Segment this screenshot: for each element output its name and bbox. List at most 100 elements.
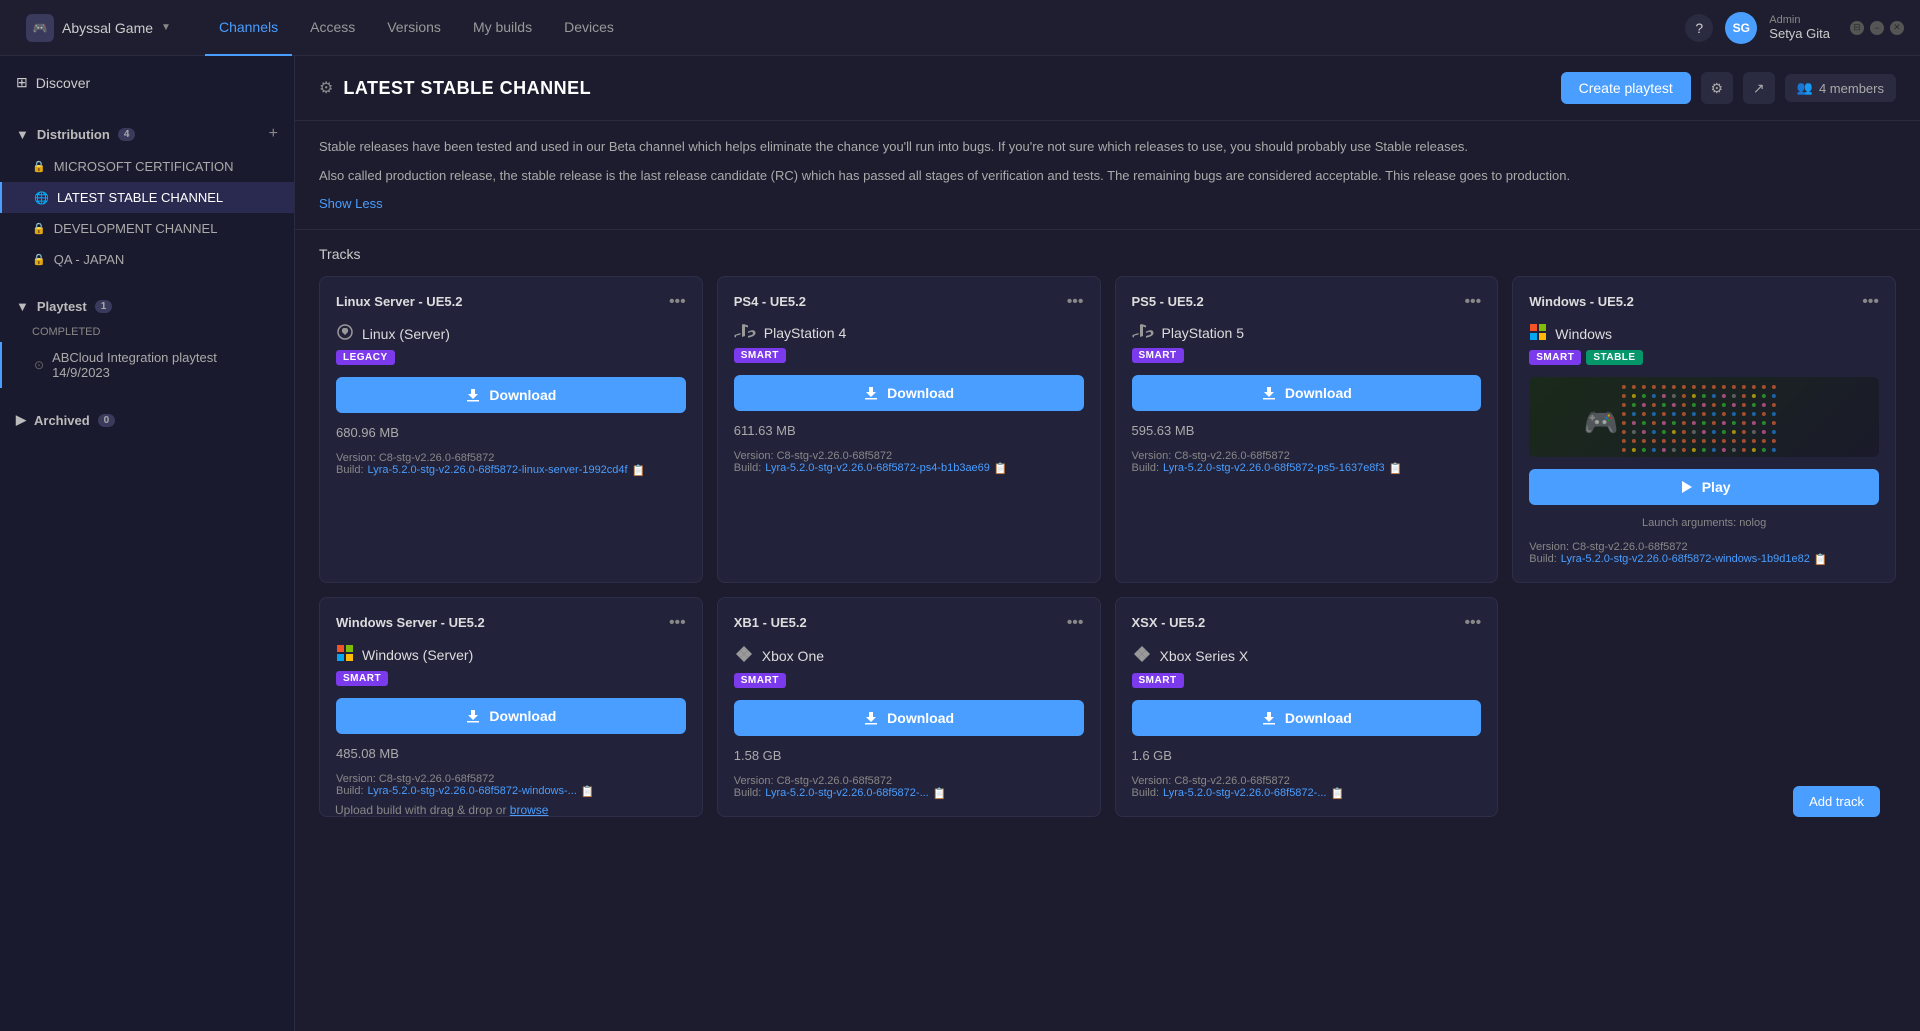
track-menu-button-xsx-ue52[interactable]: ••• xyxy=(1464,614,1481,632)
sidebar-item-dev-channel[interactable]: 🔒 DEVELOPMENT CHANNEL xyxy=(0,213,294,244)
main-layout: ⊞ Discover ▼ Distribution 4 + 🔒 MICROSOF… xyxy=(0,56,1920,1031)
tracks-section: Tracks Linux Server - UE5.2 ••• Linux (S… xyxy=(295,230,1920,1031)
add-track-button[interactable]: Add track xyxy=(1793,786,1880,817)
members-button[interactable]: 👥 4 members xyxy=(1785,74,1896,102)
playtest-status: COMPLETED xyxy=(0,322,294,342)
download-button-windows-server-ue52[interactable]: Download xyxy=(336,698,686,734)
track-platform-info: Linux (Server) LEGACY xyxy=(336,323,686,365)
tab-my-builds[interactable]: My builds xyxy=(459,0,546,56)
version-row: Version: C8-stg-v2.26.0-68f5872 xyxy=(1529,541,1879,553)
track-menu-button-ps5-ue52[interactable]: ••• xyxy=(1464,293,1481,311)
copy-button[interactable]: 📋 xyxy=(1331,787,1345,800)
file-size: 611.63 MB xyxy=(734,423,1084,438)
sidebar-item-latest-stable[interactable]: 🌐 LATEST STABLE CHANNEL xyxy=(0,182,294,213)
download-button-ps5-ue52[interactable]: Download xyxy=(1132,375,1482,411)
build-link[interactable]: Lyra-5.2.0-stg-v2.26.0-68f5872-linux-ser… xyxy=(368,464,628,476)
tag-smart: SMART xyxy=(1132,348,1184,363)
settings-button[interactable]: ⚙ xyxy=(1701,72,1733,104)
build-link[interactable]: Lyra-5.2.0-stg-v2.26.0-68f5872-windows-.… xyxy=(368,785,577,797)
minimize-button[interactable]: − xyxy=(1870,21,1884,35)
tag-row: SMART xyxy=(734,673,1084,688)
version-value: C8-stg-v2.26.0-68f5872 xyxy=(1174,775,1290,787)
app-selector[interactable]: 🎮 Abyssal Game ▼ xyxy=(16,8,181,48)
tag-row: SMART xyxy=(1132,348,1482,363)
archived-badge: 0 xyxy=(98,414,116,427)
version-value: C8-stg-v2.26.0-68f5872 xyxy=(1572,541,1688,553)
download-button-xb1-ue52[interactable]: Download xyxy=(734,700,1084,736)
launch-args: Launch arguments: nolog xyxy=(1529,517,1879,529)
build-link[interactable]: Lyra-5.2.0-stg-v2.26.0-68f5872-ps4-b1b3a… xyxy=(765,462,990,474)
version-row: Version: C8-stg-v2.26.0-68f5872 xyxy=(336,773,686,785)
browse-link[interactable]: browse xyxy=(510,803,549,817)
tab-devices[interactable]: Devices xyxy=(550,0,628,56)
show-less-button[interactable]: Show Less xyxy=(319,196,383,211)
track-menu-button-ps4-ue52[interactable]: ••• xyxy=(1067,293,1084,311)
tab-channels[interactable]: Channels xyxy=(205,0,292,56)
download-label: Download xyxy=(489,387,556,403)
track-card-title: Windows Server - UE5.2 xyxy=(336,615,485,630)
download-button-xsx-ue52[interactable]: Download xyxy=(1132,700,1482,736)
restore-button[interactable]: ⊟ xyxy=(1850,21,1864,35)
tag-row: SMART xyxy=(336,671,686,686)
platform-name: Xbox One xyxy=(762,648,824,664)
play-button-windows-ue52[interactable]: Play xyxy=(1529,469,1879,505)
sidebar-item-qa-japan[interactable]: 🔒 QA - JAPAN xyxy=(0,244,294,275)
distribution-title[interactable]: ▼ Distribution 4 xyxy=(16,127,135,142)
version-value: C8-stg-v2.26.0-68f5872 xyxy=(379,452,495,464)
file-size: 595.63 MB xyxy=(1132,423,1482,438)
track-menu-button-linux-server-ue52[interactable]: ••• xyxy=(669,293,686,311)
track-card-title: XB1 - UE5.2 xyxy=(734,615,807,630)
share-button[interactable]: ↗ xyxy=(1743,72,1775,104)
track-menu-button-windows-server-ue52[interactable]: ••• xyxy=(669,614,686,632)
download-button-ps4-ue52[interactable]: Download xyxy=(734,375,1084,411)
tag-smart: SMART xyxy=(1132,673,1184,688)
track-platform-info: PlayStation 4 SMART xyxy=(734,323,1084,363)
track-menu-button-windows-ue52[interactable]: ••• xyxy=(1862,293,1879,311)
tab-versions[interactable]: Versions xyxy=(373,0,455,56)
copy-button[interactable]: 📋 xyxy=(581,785,595,798)
tag-smart: SMART xyxy=(336,671,388,686)
build-row: Build: Lyra-5.2.0-stg-v2.26.0-68f5872-wi… xyxy=(336,785,686,798)
create-playtest-button[interactable]: Create playtest xyxy=(1561,72,1691,104)
build-link[interactable]: Lyra-5.2.0-stg-v2.26.0-68f5872-... xyxy=(765,787,928,799)
platform-icon xyxy=(336,323,354,346)
build-row: Build: Lyra-5.2.0-stg-v2.26.0-68f5872-ps… xyxy=(1132,462,1482,475)
lock-icon: 🔒 xyxy=(32,222,46,235)
close-button[interactable]: ✕ xyxy=(1890,21,1904,35)
chevron-right-icon: ▶ xyxy=(16,412,26,428)
copy-button[interactable]: 📋 xyxy=(632,464,646,477)
help-button[interactable]: ? xyxy=(1685,14,1713,42)
build-link[interactable]: Lyra-5.2.0-stg-v2.26.0-68f5872-ps5-1637e… xyxy=(1163,462,1385,474)
chevron-icon: ▼ xyxy=(16,127,29,142)
version-row: Version: C8-stg-v2.26.0-68f5872 xyxy=(1132,450,1482,462)
playtest-title[interactable]: ▼ Playtest 1 xyxy=(16,299,112,314)
version-value: C8-stg-v2.26.0-68f5872 xyxy=(379,773,495,785)
copy-button[interactable]: 📋 xyxy=(994,462,1008,475)
archived-title[interactable]: ▶ Archived 0 xyxy=(16,412,115,428)
copy-button[interactable]: 📋 xyxy=(1814,553,1828,566)
version-row: Version: C8-stg-v2.26.0-68f5872 xyxy=(734,450,1084,462)
grid-icon: ⊞ xyxy=(16,74,28,91)
sidebar-playtest-item[interactable]: ⊙ ABCloud Integration playtest 14/9/2023 xyxy=(0,342,294,388)
svg-text:🎮: 🎮 xyxy=(1584,407,1619,438)
platform-icon xyxy=(1132,644,1152,669)
track-menu-button-xb1-ue52[interactable]: ••• xyxy=(1067,614,1084,632)
sidebar-item-microsoft-cert[interactable]: 🔒 MICROSOFT CERTIFICATION xyxy=(0,151,294,182)
track-platform: Xbox Series X xyxy=(1132,644,1482,669)
build-link[interactable]: Lyra-5.2.0-stg-v2.26.0-68f5872-... xyxy=(1163,787,1326,799)
tab-access[interactable]: Access xyxy=(296,0,369,56)
download-button-linux-server-ue52[interactable]: Download xyxy=(336,377,686,413)
lock-icon: 🔒 xyxy=(32,160,46,173)
add-distribution-button[interactable]: + xyxy=(269,125,278,143)
playtest-header: ▼ Playtest 1 xyxy=(0,291,294,322)
version-info: Version: C8-stg-v2.26.0-68f5872 Build: L… xyxy=(1132,775,1482,800)
platform-icon xyxy=(734,644,754,669)
playtest-icon: ⊙ xyxy=(34,358,44,372)
platform-name: Windows (Server) xyxy=(362,647,473,663)
copy-button[interactable]: 📋 xyxy=(933,787,947,800)
build-link[interactable]: Lyra-5.2.0-stg-v2.26.0-68f5872-windows-1… xyxy=(1561,553,1810,565)
track-card-xsx-ue52: XSX - UE5.2 ••• Xbox Series X SMART Down… xyxy=(1115,597,1499,817)
track-platform-info: Xbox One SMART xyxy=(734,644,1084,688)
copy-button[interactable]: 📋 xyxy=(1389,462,1403,475)
sidebar-discover[interactable]: ⊞ Discover xyxy=(0,64,294,101)
